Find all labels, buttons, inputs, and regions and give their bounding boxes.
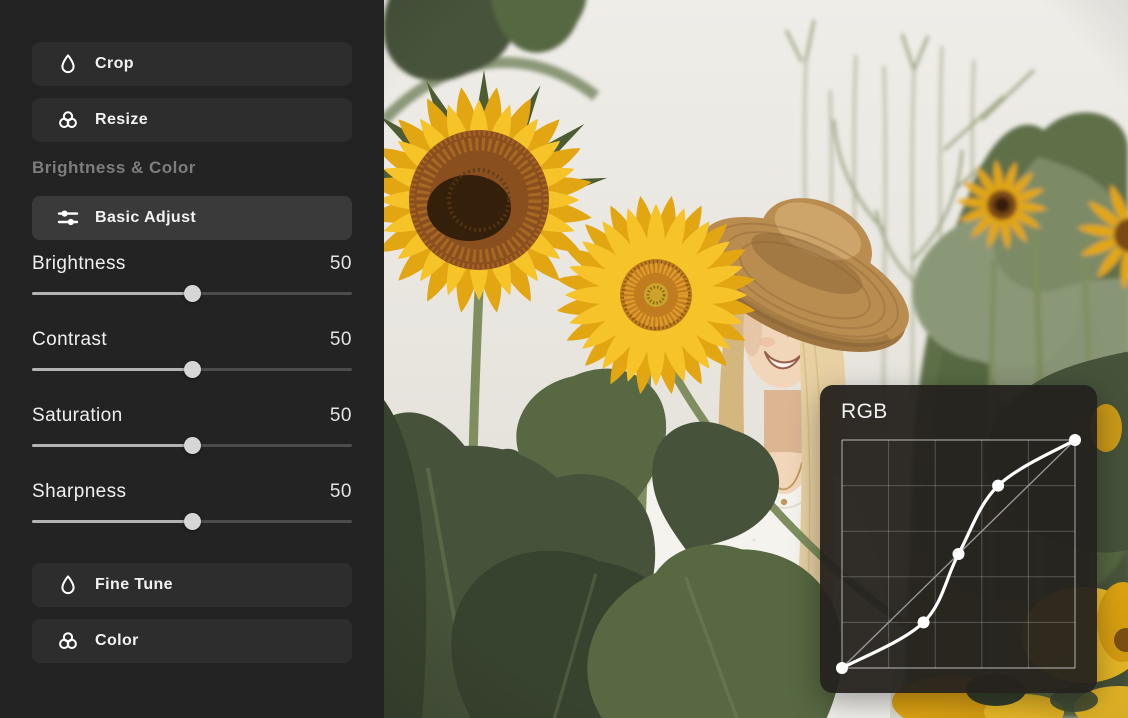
slider-value: 50 <box>330 481 352 503</box>
slider-label: Saturation <box>32 405 123 427</box>
slider-group-brightness: Brightness 50 <box>32 252 352 302</box>
tool-basic-adjust[interactable]: Basic Adjust <box>32 196 352 240</box>
top-tools: Crop Resize <box>32 42 352 142</box>
slider-fill <box>32 520 192 523</box>
slider-label: Brightness <box>32 253 126 275</box>
slider-value: 50 <box>330 405 352 427</box>
slider-group-sharpness: Sharpness 50 <box>32 480 352 530</box>
brightness-slider[interactable] <box>32 285 352 302</box>
adjust-sliders: Brightness 50 Contrast 50 Saturation 50 <box>32 252 352 530</box>
bottom-tools: Fine Tune Color <box>32 563 352 663</box>
droplet-icon <box>56 573 80 597</box>
circles-icon <box>56 108 80 132</box>
curves-channel-label: RGB <box>841 400 888 424</box>
tool-label: Color <box>95 632 139 650</box>
tool-crop[interactable]: Crop <box>32 42 352 86</box>
tone-curve[interactable] <box>842 440 1075 668</box>
slider-thumb[interactable] <box>184 437 201 454</box>
slider-label: Contrast <box>32 329 107 351</box>
slider-value: 50 <box>330 329 352 351</box>
tool-color[interactable]: Color <box>32 619 352 663</box>
curve-point[interactable] <box>836 662 848 674</box>
curve-point[interactable] <box>918 616 930 628</box>
tool-label: Fine Tune <box>95 576 173 594</box>
section-header: Brightness & Color <box>32 158 352 178</box>
sliders-icon <box>56 206 80 230</box>
curves-panel: RGB <box>820 385 1097 693</box>
sharpness-slider[interactable] <box>32 513 352 530</box>
tool-label: Resize <box>95 111 148 129</box>
saturation-slider[interactable] <box>32 437 352 454</box>
app-window: Crop Resize Brightness & Color Basic Adj… <box>0 0 1128 718</box>
tool-resize[interactable]: Resize <box>32 98 352 142</box>
slider-fill <box>32 444 192 447</box>
slider-label: Sharpness <box>32 481 126 503</box>
tool-label: Crop <box>95 55 134 73</box>
circles-icon <box>56 629 80 653</box>
contrast-slider[interactable] <box>32 361 352 378</box>
slider-thumb[interactable] <box>184 285 201 302</box>
slider-value: 50 <box>330 253 352 275</box>
curve-point[interactable] <box>953 548 965 560</box>
slider-fill <box>32 292 192 295</box>
photo-canvas: RGB <box>384 0 1128 718</box>
droplet-icon <box>56 52 80 76</box>
tool-label: Basic Adjust <box>95 209 196 227</box>
slider-fill <box>32 368 192 371</box>
curve-point[interactable] <box>1069 434 1081 446</box>
slider-thumb[interactable] <box>184 513 201 530</box>
tool-fine-tune[interactable]: Fine Tune <box>32 563 352 607</box>
curve-point[interactable] <box>992 480 1004 492</box>
slider-thumb[interactable] <box>184 361 201 378</box>
slider-group-contrast: Contrast 50 <box>32 328 352 378</box>
sidebar: Crop Resize Brightness & Color Basic Adj… <box>0 0 384 718</box>
slider-group-saturation: Saturation 50 <box>32 404 352 454</box>
